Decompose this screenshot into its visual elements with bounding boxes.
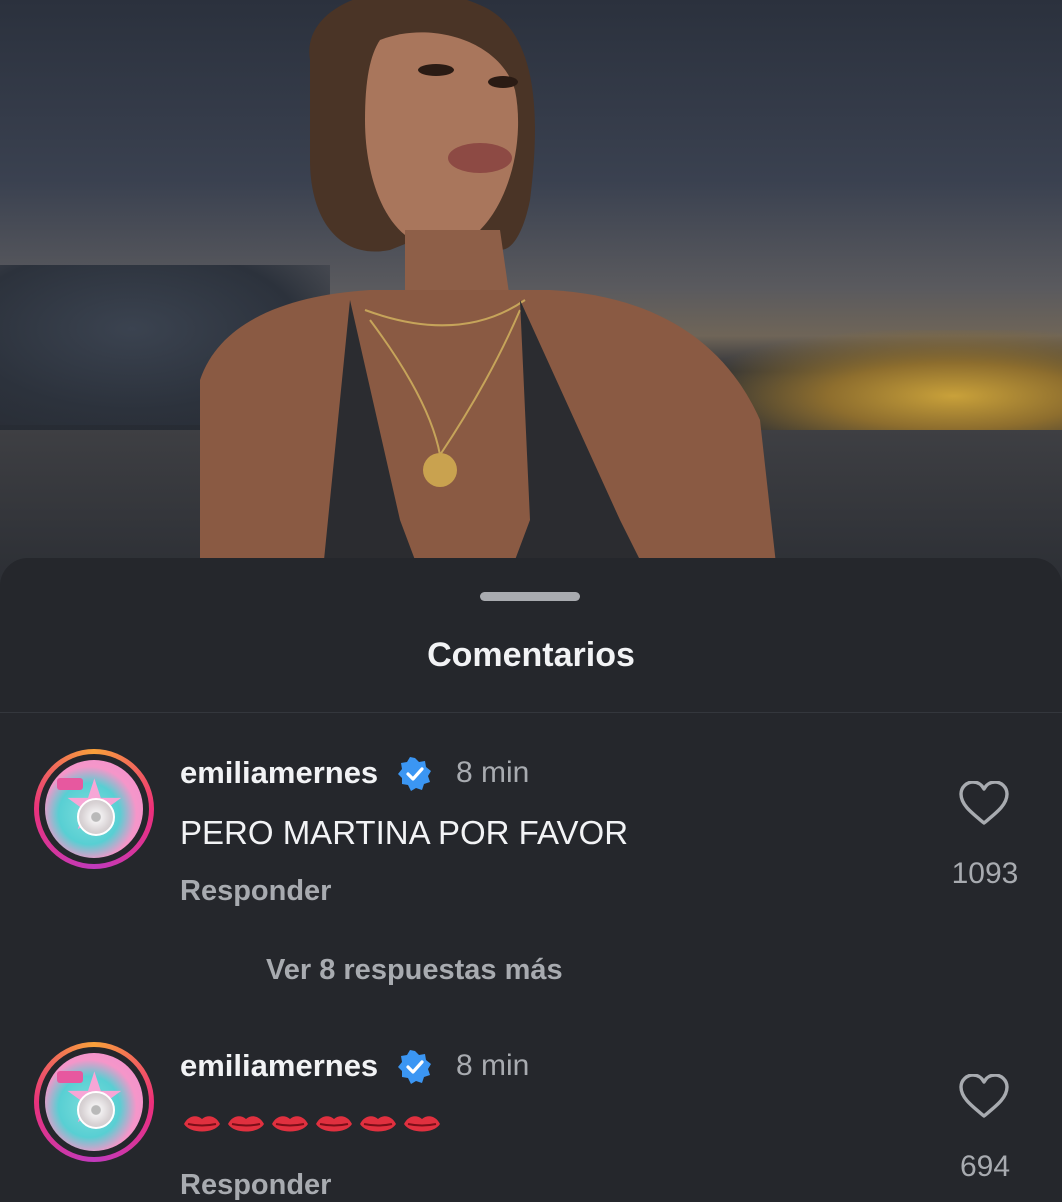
comment-text: PERO MARTINA POR FAVOR [180,814,629,851]
comments-sheet: Comentarios ★ emiliamernes 8 min PERO MA… [0,558,1062,1202]
comment-item: ★ emiliamernes 8 min PERO MARTINA POR FA… [0,743,1062,1043]
sheet-title: Comentarios [427,636,635,674]
comment-time: 8 min [456,1049,530,1082]
verified-badge-icon [398,757,431,791]
disc-icon [77,798,115,836]
view-replies-button[interactable]: Ver 8 respuestas más [266,954,563,987]
heart-outline-icon[interactable] [958,781,1010,825]
drag-handle[interactable] [480,592,580,601]
post-photo[interactable] [0,0,1062,600]
reply-button[interactable]: Responder [180,1169,331,1202]
lips-emoji-icon [184,1116,440,1132]
avatar[interactable]: ★ [34,749,154,869]
comment-username[interactable]: emiliamernes [180,755,378,791]
avatar-image: ★ [45,1053,143,1151]
reply-button[interactable]: Responder [180,875,331,908]
heart-outline-icon[interactable] [958,1074,1010,1118]
comment-emoji-text: 👄👄👄👄👄👄 [180,1108,181,1109]
disc-icon [77,1091,115,1129]
verified-badge-icon [398,1050,431,1084]
like-count: 694 [959,1150,1011,1183]
avatar[interactable]: ★ [34,1042,154,1162]
comment-username[interactable]: emiliamernes [180,1048,378,1084]
photo-figure [200,0,780,600]
like-count: 1093 [951,857,1019,890]
avatar-image: ★ [45,760,143,858]
header-divider [0,712,1062,713]
comment-time: 8 min [456,756,530,789]
comment-text: 👄👄👄👄👄👄 [180,1108,460,1148]
comment-item: ★ emiliamernes 8 min 👄👄👄👄👄👄 [0,1036,1062,1202]
